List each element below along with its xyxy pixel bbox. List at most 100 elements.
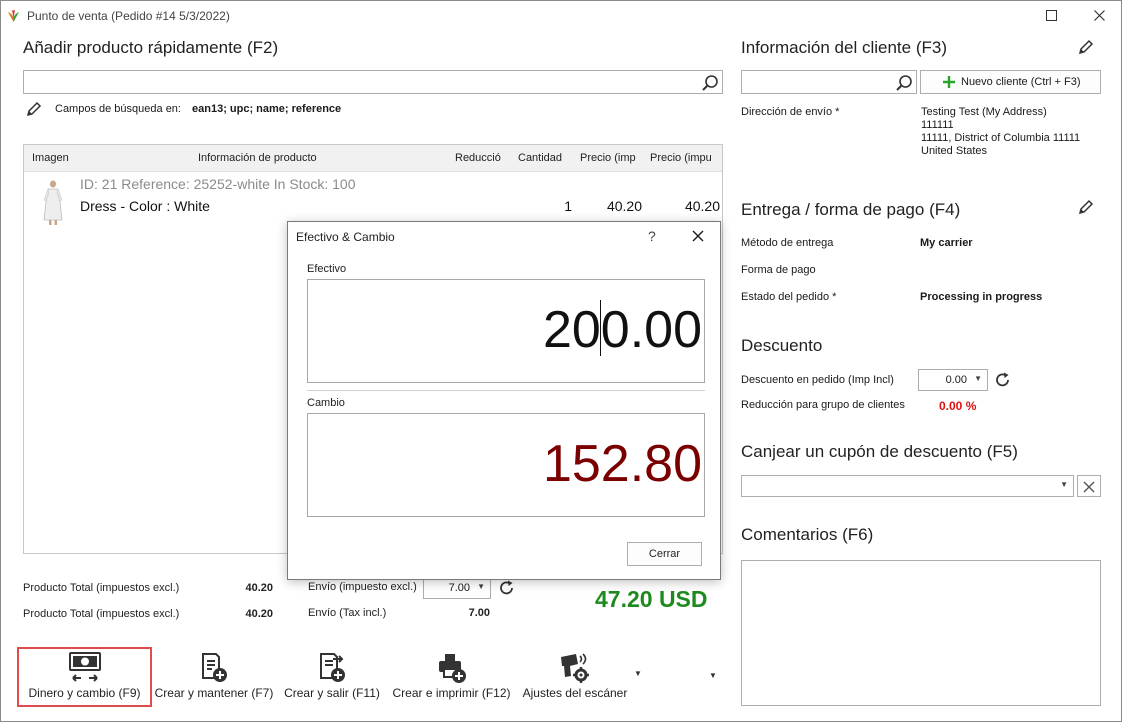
search-icon[interactable] bbox=[701, 74, 719, 92]
cash-change-dialog: Efectivo & Cambio ? Efectivo 200.00 Camb… bbox=[287, 221, 721, 580]
product-total-excl-value: 40.20 bbox=[245, 582, 273, 594]
close-icon bbox=[692, 230, 704, 242]
shipping-address-label: Dirección de envío * bbox=[741, 106, 840, 118]
order-status-value: Processing in progress bbox=[920, 291, 1043, 303]
document-add-icon bbox=[202, 653, 227, 682]
discount-title: Descuento bbox=[741, 336, 823, 355]
search-fields-value: ean13; upc; name; reference bbox=[192, 103, 342, 115]
shipping-excl-combo[interactable]: 7.00 ▼ bbox=[423, 577, 491, 599]
new-customer-label: Nuevo cliente (Ctrl + F3) bbox=[961, 76, 1081, 88]
group-reduction-value: 0.00 % bbox=[939, 399, 977, 413]
address-line-1: Testing Test (My Address) bbox=[921, 106, 1047, 118]
clear-coupon-button[interactable] bbox=[1077, 475, 1101, 497]
chevron-down-icon: ▼ bbox=[1060, 480, 1068, 489]
app-logo-icon bbox=[8, 10, 19, 22]
create-and-exit-button[interactable]: Crear y salir (F11) bbox=[283, 648, 381, 706]
create-and-print-button[interactable]: Crear e imprimir (F12) bbox=[390, 648, 513, 706]
address-line-2: 111111 bbox=[921, 119, 954, 131]
col-header-price-incl[interactable]: Precio (impu bbox=[650, 152, 712, 164]
close-dialog-label: Cerrar bbox=[648, 548, 681, 560]
order-status-label: Estado del pedido * bbox=[741, 291, 837, 303]
cash-value: 200.00 bbox=[542, 301, 702, 359]
close-icon bbox=[1093, 10, 1105, 21]
product-thumbnail bbox=[43, 180, 63, 225]
search-icon[interactable] bbox=[895, 74, 913, 92]
close-icon bbox=[1083, 481, 1095, 493]
close-dialog-button[interactable]: Cerrar bbox=[627, 542, 702, 566]
change-label: Cambio bbox=[307, 397, 345, 409]
refresh-discount-icon[interactable] bbox=[994, 371, 1012, 389]
cash-input[interactable]: 200.00 bbox=[307, 279, 705, 383]
product-meta: ID: 21 Reference: 25252-white In Stock: … bbox=[80, 176, 356, 192]
product-total-excl-label: Producto Total (impuestos excl.) bbox=[23, 582, 180, 594]
order-discount-label: Descuento en pedido (Imp Incl) bbox=[741, 374, 894, 386]
help-icon[interactable]: ? bbox=[648, 228, 656, 244]
edit-search-fields-icon[interactable] bbox=[26, 101, 42, 117]
shipping-excl-value: 7.00 bbox=[448, 582, 470, 594]
toolbar-label: Crear y salir (F11) bbox=[284, 686, 380, 700]
delivery-title: Entrega / forma de pago (F4) bbox=[741, 200, 961, 219]
toolbar-label: Ajustes del escáner bbox=[522, 686, 628, 700]
product-quantity[interactable]: 1 bbox=[548, 198, 572, 214]
comments-title: Comentarios (F6) bbox=[741, 525, 874, 544]
scanner-settings-icon bbox=[561, 653, 589, 683]
edit-customer-icon[interactable] bbox=[1078, 39, 1094, 55]
plus-icon bbox=[943, 76, 955, 88]
product-name: Dress - Color : White bbox=[80, 198, 210, 214]
address-line-3: 11111, District of Columbia 11111 bbox=[921, 132, 1081, 144]
cash-and-change-button[interactable]: Dinero y cambio (F9) bbox=[19, 648, 150, 706]
comments-textarea[interactable] bbox=[741, 560, 1101, 706]
product-total-incl-label: Producto Total (impuestos excl.) bbox=[23, 608, 180, 620]
customer-search-input[interactable] bbox=[741, 70, 917, 94]
shipping-excl-label: Envío (impuesto excl.) bbox=[308, 581, 417, 593]
quick-add-title: Añadir producto rápidamente (F2) bbox=[23, 38, 279, 57]
change-value: 152.80 bbox=[542, 435, 702, 493]
delivery-method-value: My carrier bbox=[920, 237, 973, 249]
coupon-combo[interactable]: ▼ bbox=[741, 475, 1074, 497]
maximize-button[interactable] bbox=[1036, 5, 1066, 27]
maximize-icon bbox=[1045, 10, 1057, 21]
printer-add-icon bbox=[438, 654, 466, 683]
dialog-title: Efectivo & Cambio bbox=[296, 230, 395, 244]
scanner-settings-button[interactable]: Ajustes del escáner bbox=[519, 648, 631, 706]
col-header-reduction[interactable]: Reducció bbox=[455, 152, 501, 164]
product-price-incl: 40.20 bbox=[684, 198, 720, 214]
col-header-price-excl[interactable]: Precio (imp bbox=[580, 152, 636, 164]
payment-method-label: Forma de pago bbox=[741, 264, 816, 276]
grid-header: Imagen Información de producto Reducció … bbox=[24, 145, 722, 172]
col-header-image[interactable]: Imagen bbox=[32, 152, 69, 164]
document-exit-icon bbox=[320, 653, 345, 682]
order-discount-value: 0.00 bbox=[945, 374, 967, 386]
col-header-quantity[interactable]: Cantidad bbox=[518, 152, 562, 164]
address-line-4: United States bbox=[921, 145, 988, 157]
product-price-excl: 40.20 bbox=[606, 198, 642, 214]
scanner-dropdown-arrow[interactable]: ▼ bbox=[634, 669, 642, 678]
toolbar-label: Crear e imprimir (F12) bbox=[392, 686, 511, 700]
close-window-button[interactable] bbox=[1084, 5, 1114, 27]
toolbar-label: Dinero y cambio (F9) bbox=[28, 686, 141, 700]
customer-info-title: Información del cliente (F3) bbox=[741, 38, 947, 57]
group-reduction-label: Reducción para grupo de clientes bbox=[741, 399, 905, 411]
text-caret bbox=[600, 300, 601, 356]
chevron-down-icon: ▼ bbox=[477, 582, 485, 591]
chevron-down-icon: ▼ bbox=[974, 374, 982, 383]
toolbar-label: Crear y mantener (F7) bbox=[154, 686, 274, 700]
delivery-method-label: Método de entrega bbox=[741, 237, 834, 249]
col-header-product-info[interactable]: Información de producto bbox=[198, 152, 317, 164]
edit-delivery-icon[interactable] bbox=[1078, 199, 1094, 215]
shipping-incl-label: Envío (Tax incl.) bbox=[308, 607, 387, 619]
new-customer-button[interactable]: Nuevo cliente (Ctrl + F3) bbox=[920, 70, 1101, 94]
refresh-shipping-icon[interactable] bbox=[498, 579, 516, 597]
title-bar: Punto de venta (Pedido #14 5/3/2022) bbox=[1, 1, 1121, 31]
search-fields-label: Campos de búsqueda en: bbox=[55, 103, 181, 115]
order-discount-combo[interactable]: 0.00 ▼ bbox=[918, 369, 988, 391]
product-search-input[interactable] bbox=[23, 70, 723, 94]
cash-exchange-icon bbox=[68, 652, 101, 682]
toolbar-more-arrow[interactable]: ▼ bbox=[709, 671, 717, 680]
product-total-incl-value: 40.20 bbox=[245, 608, 273, 620]
divider bbox=[307, 390, 705, 391]
cash-label: Efectivo bbox=[307, 263, 347, 275]
window-title: Punto de venta (Pedido #14 5/3/2022) bbox=[27, 9, 230, 23]
create-and-keep-button[interactable]: Crear y mantener (F7) bbox=[153, 648, 275, 706]
dialog-close-button[interactable] bbox=[692, 226, 704, 247]
